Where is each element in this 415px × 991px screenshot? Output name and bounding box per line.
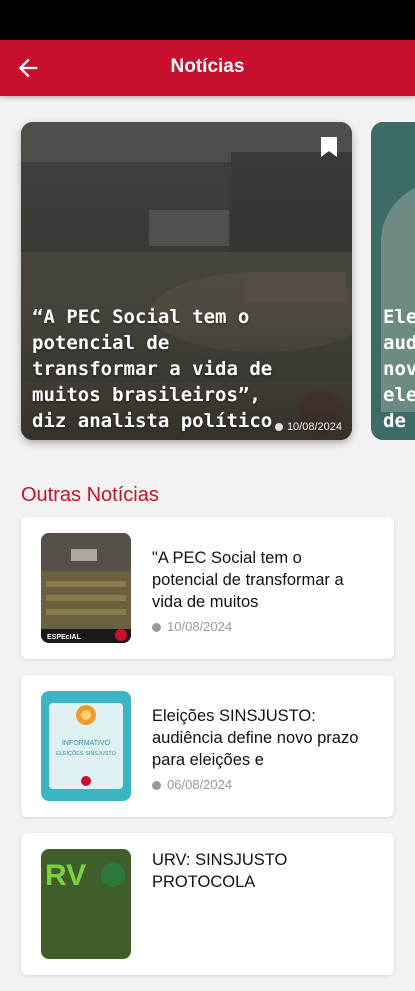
next-card[interactable]: Ele aud nov ele de	[371, 122, 415, 440]
clock-icon	[152, 623, 161, 632]
thumbnail-label: ESPEcIAL	[47, 634, 82, 641]
status-bar	[0, 0, 415, 40]
featured-carousel[interactable]: “A PEC Social tem o potencial de transfo…	[0, 96, 415, 466]
thumbnail-label-2: ELEIÇÕES SINSJUSTO	[56, 750, 117, 757]
page-title: Notícias	[170, 56, 245, 77]
news-date: 06/08/2024	[152, 777, 232, 792]
news-thumbnail: RV	[41, 849, 131, 959]
thumbnail-label: RV	[45, 859, 86, 892]
clock-icon	[274, 423, 283, 431]
featured-date-text: 10/08/2024	[286, 421, 342, 433]
news-list: ESPEcIAL "A PEC Social tem o potencial d…	[21, 517, 394, 991]
news-item[interactable]: INFORMATIVO ELEIÇÕES SINSJUSTO Eleições …	[21, 675, 394, 817]
app-bar: Notícias	[0, 40, 415, 96]
featured-headline: “A PEC Social tem o potencial de transfo…	[32, 306, 273, 432]
news-item[interactable]: RV URV: SINSJUSTO PROTOCOLA	[21, 833, 394, 975]
bookmark-icon[interactable]	[320, 136, 338, 158]
news-title: Eleições SINSJUSTO: audiência define nov…	[152, 707, 359, 769]
featured-card[interactable]: “A PEC Social tem o potencial de transfo…	[21, 122, 352, 440]
featured-date: 10/08/2024	[274, 421, 342, 433]
next-card-headline: Ele aud nov ele de	[383, 306, 415, 432]
news-date-text: 10/08/2024	[167, 619, 233, 634]
clock-icon	[152, 781, 161, 790]
news-date-text: 06/08/2024	[167, 777, 233, 792]
section-title: Outras Notícias	[21, 484, 159, 506]
news-title: URV: SINSJUSTO PROTOCOLA	[152, 851, 288, 891]
news-thumbnail: ESPEcIAL	[41, 533, 131, 643]
news-date: 10/08/2024	[152, 619, 232, 634]
thumbnail-label-1: INFORMATIVO	[62, 740, 111, 747]
news-title: "A PEC Social tem o potencial de transfo…	[152, 549, 344, 611]
news-item[interactable]: ESPEcIAL "A PEC Social tem o potencial d…	[21, 517, 394, 659]
news-thumbnail: INFORMATIVO ELEIÇÕES SINSJUSTO	[41, 691, 131, 801]
